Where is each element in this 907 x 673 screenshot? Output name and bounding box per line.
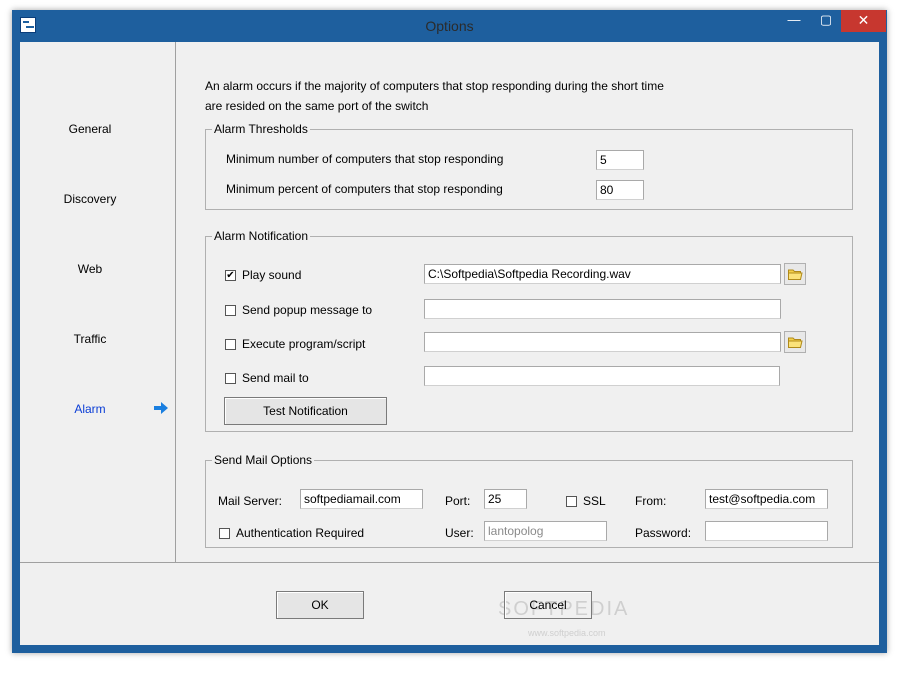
sidebar-item-discovery[interactable]: Discovery <box>20 192 160 206</box>
min-count-input[interactable]: 5 <box>596 150 644 170</box>
test-notification-button[interactable]: Test Notification <box>224 397 387 425</box>
send-mail-options-legend: Send Mail Options <box>214 453 313 467</box>
sidebar-item-general[interactable]: General <box>20 122 160 136</box>
folder-icon <box>788 269 803 280</box>
ssl-checkbox[interactable] <box>566 496 577 507</box>
port-label: Port: <box>445 494 471 508</box>
options-sidebar: General Discovery Web Traffic Alarm <box>20 42 176 562</box>
minimize-button[interactable]: — <box>780 10 808 32</box>
folder-icon <box>788 337 803 348</box>
title-bar[interactable]: Options — ▢ ✕ <box>12 10 887 42</box>
alarm-thresholds-group: Alarm Thresholds Minimum number of compu… <box>205 122 853 210</box>
window-title: Options <box>425 18 474 34</box>
execute-program-checkbox[interactable] <box>225 339 236 350</box>
authentication-label[interactable]: Authentication Required <box>236 526 364 540</box>
options-window: Options — ▢ ✕ General Discovery Web Traf… <box>12 10 887 653</box>
program-path-input[interactable] <box>424 332 781 352</box>
send-mail-checkbox[interactable] <box>225 373 236 384</box>
play-sound-checkbox[interactable]: ✔ <box>225 270 236 281</box>
alarm-thresholds-legend: Alarm Thresholds <box>214 122 308 136</box>
from-input[interactable]: test@softpedia.com <box>705 489 828 509</box>
sound-file-input[interactable]: C:\Softpedia\Softpedia Recording.wav <box>424 264 781 284</box>
user-input[interactable]: lantopolog <box>484 521 607 541</box>
mail-server-input[interactable]: softpediamail.com <box>300 489 423 509</box>
alarm-notification-legend: Alarm Notification <box>214 229 309 243</box>
authentication-checkbox[interactable] <box>219 528 230 539</box>
alarm-description: An alarm occurs if the majority of compu… <box>205 76 745 116</box>
password-label: Password: <box>635 526 692 540</box>
port-input[interactable]: 25 <box>484 489 527 509</box>
mail-recipient-input[interactable] <box>424 366 780 386</box>
send-mail-label[interactable]: Send mail to <box>242 371 309 385</box>
ssl-label[interactable]: SSL <box>583 494 606 508</box>
execute-program-label[interactable]: Execute program/script <box>242 337 365 351</box>
send-mail-options-group: Send Mail Options Mail Server: softpedia… <box>205 453 853 548</box>
popup-target-input[interactable] <box>424 299 781 319</box>
arrow-right-icon <box>154 402 168 414</box>
user-label: User: <box>445 526 474 540</box>
sidebar-item-alarm[interactable]: Alarm <box>20 402 160 416</box>
alarm-notification-group: Alarm Notification ✔ Play sound C:\Softp… <box>205 229 853 432</box>
description-line-1: An alarm occurs if the majority of compu… <box>205 79 664 93</box>
sidebar-item-web[interactable]: Web <box>20 262 160 276</box>
footer-separator <box>20 562 879 563</box>
description-line-2: are resided on the same port of the swit… <box>205 99 429 113</box>
min-percent-label: Minimum percent of computers that stop r… <box>226 182 503 196</box>
popup-message-label[interactable]: Send popup message to <box>242 303 372 317</box>
browse-sound-button[interactable] <box>784 263 806 285</box>
min-percent-input[interactable]: 80 <box>596 180 644 200</box>
close-button[interactable]: ✕ <box>841 10 886 32</box>
cancel-button[interactable]: Cancel <box>504 591 592 619</box>
password-input[interactable] <box>705 521 828 541</box>
maximize-button[interactable]: ▢ <box>812 10 840 32</box>
ok-button[interactable]: OK <box>276 591 364 619</box>
popup-message-checkbox[interactable] <box>225 305 236 316</box>
sidebar-item-traffic[interactable]: Traffic <box>20 332 160 346</box>
mail-server-label: Mail Server: <box>218 494 283 508</box>
min-count-label: Minimum number of computers that stop re… <box>226 152 504 166</box>
browse-program-button[interactable] <box>784 331 806 353</box>
dialog-client-area: General Discovery Web Traffic Alarm An a… <box>20 42 879 645</box>
softpedia-watermark-url: www.softpedia.com <box>528 628 606 638</box>
play-sound-label[interactable]: Play sound <box>242 268 301 282</box>
from-label: From: <box>635 494 667 508</box>
